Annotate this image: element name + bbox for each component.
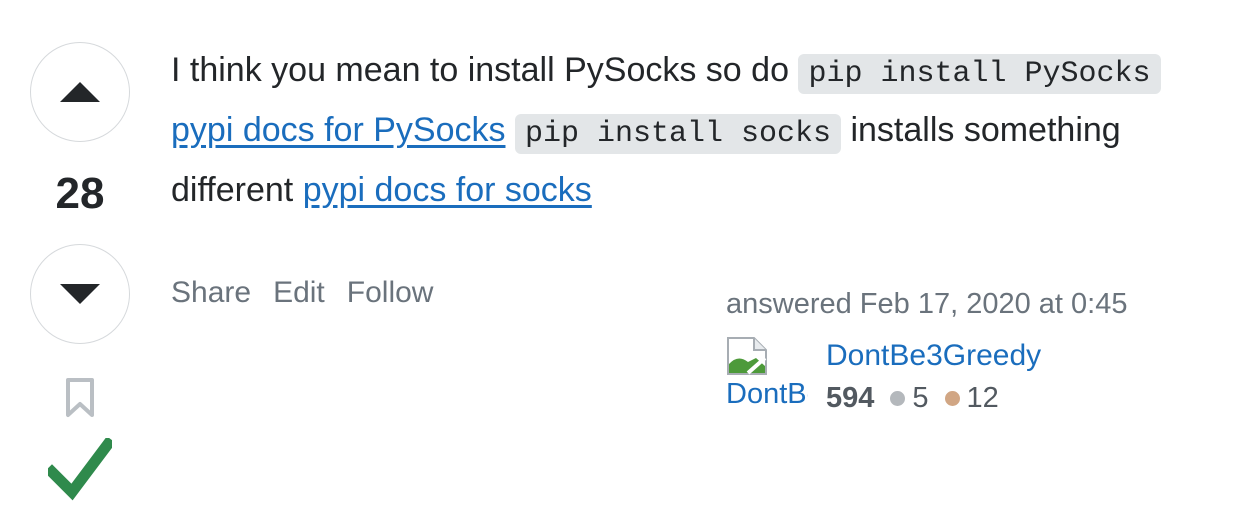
avatar[interactable]: DontBe3Greedy [726, 336, 808, 416]
bronze-badge-icon [944, 390, 960, 406]
inline-code: pip install PySocks [798, 54, 1161, 94]
vote-count: 28 [55, 169, 105, 218]
user-stats: 594 5 12 [826, 378, 1015, 418]
downvote-button[interactable] [30, 244, 130, 344]
follow-link[interactable]: Follow [347, 276, 434, 310]
answered-timestamp: answered Feb 17, 2020 at 0:45 [726, 288, 1128, 320]
reputation-score: 594 [826, 382, 875, 414]
inline-code: pip install socks [514, 114, 841, 154]
checkmark-icon [44, 436, 116, 501]
user-name-link[interactable]: DontBe3Greedy [826, 336, 1041, 376]
bookmark-icon [66, 378, 94, 417]
edit-link[interactable]: Edit [273, 276, 325, 310]
post-text: I think you mean to install PySocks so d… [171, 51, 799, 89]
pypi-pysocks-link[interactable]: pypi docs for PySocks [171, 111, 505, 149]
silver-badge-icon [890, 390, 906, 406]
bookmark-button[interactable] [63, 376, 97, 420]
avatar-alt-text: DontBe3Greedy [726, 378, 808, 410]
answer-body: I think you mean to install PySocks so d… [171, 42, 1231, 218]
share-link[interactable]: Share [171, 276, 251, 310]
upvote-button[interactable] [30, 42, 130, 142]
pypi-socks-link[interactable]: pypi docs for socks [303, 171, 592, 209]
caret-up-icon [60, 82, 100, 102]
bronze-badge-count: 12 [966, 382, 999, 414]
caret-down-icon [60, 284, 100, 304]
silver-badge-count: 5 [912, 382, 929, 414]
answer-post: 28 I think you mean to install PySocks s… [0, 0, 1252, 530]
broken-image-icon [727, 337, 767, 375]
accepted-answer-indicator [44, 436, 116, 502]
post-menu: Share Edit Follow [171, 276, 433, 310]
user-card: answered Feb 17, 2020 at 0:45 DontBe3Gre… [726, 284, 1206, 414]
